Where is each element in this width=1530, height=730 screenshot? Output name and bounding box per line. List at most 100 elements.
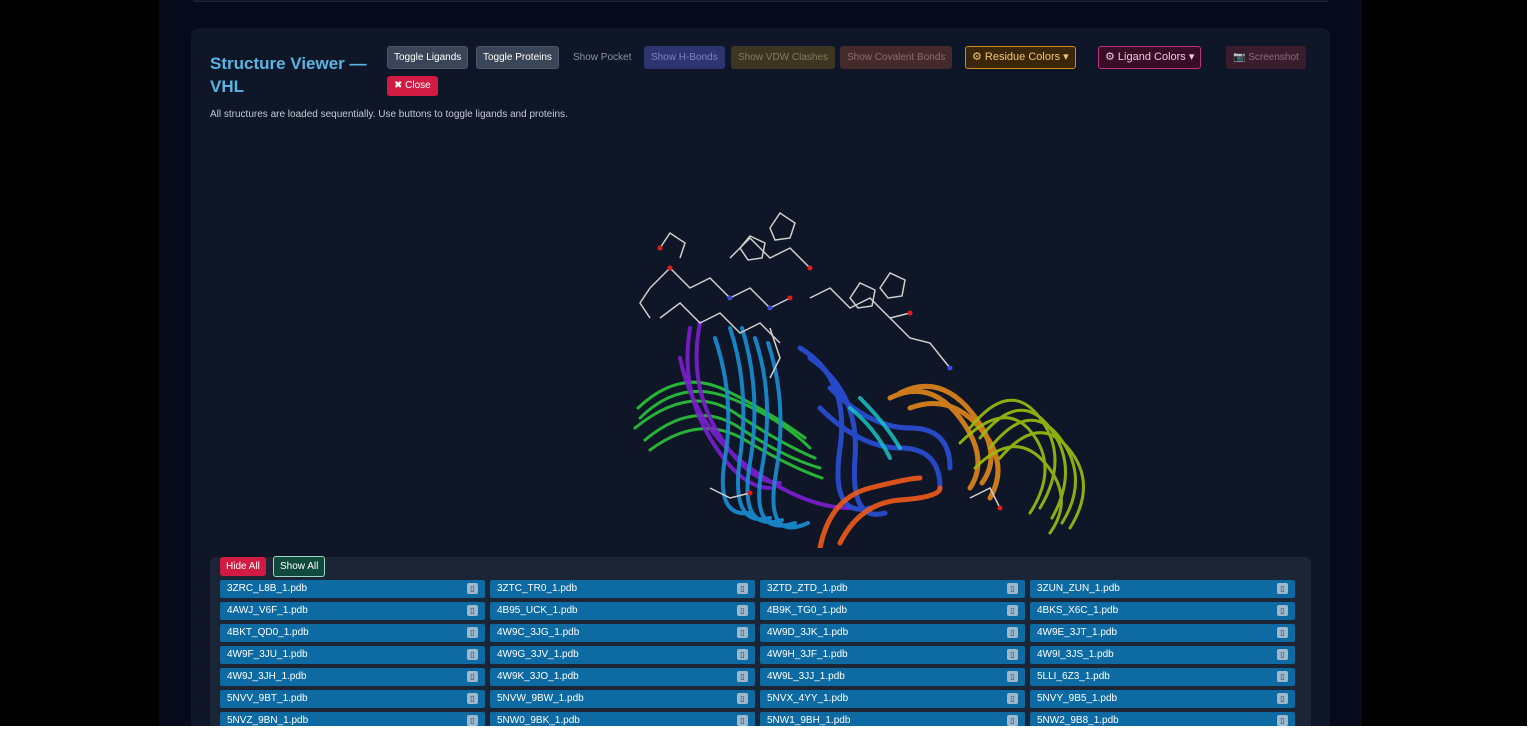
structure-file-item[interactable]: 5NW1_9BH_1.pdb ▯ bbox=[760, 712, 1025, 726]
structure-file-label: 4W9C_3JG_1.pdb bbox=[497, 627, 580, 638]
toggle-visibility-icon[interactable]: ▯ bbox=[737, 627, 748, 638]
viewer-title: Structure Viewer — VHL bbox=[210, 54, 367, 96]
show-hbonds-button[interactable]: Show H-Bonds bbox=[644, 46, 725, 69]
structure-file-item[interactable]: 5NVX_4YY_1.pdb ▯ bbox=[760, 690, 1025, 708]
toggle-visibility-icon[interactable]: ▯ bbox=[1007, 583, 1018, 594]
toggle-visibility-icon[interactable]: ▯ bbox=[1277, 583, 1288, 594]
structure-file-item[interactable]: 4B9K_TG0_1.pdb ▯ bbox=[760, 602, 1025, 620]
structure-file-label: 5NVY_9B5_1.pdb bbox=[1037, 693, 1118, 704]
structure-file-label: 4W9L_3JJ_1.pdb bbox=[767, 671, 845, 682]
toggle-visibility-icon[interactable]: ▯ bbox=[1277, 693, 1288, 704]
structure-file-item[interactable]: 4W9E_3JT_1.pdb ▯ bbox=[1030, 624, 1295, 642]
structure-file-label: 5LLI_6Z3_1.pdb bbox=[1037, 671, 1110, 682]
structure-file-item[interactable]: 5NW2_9B8_1.pdb ▯ bbox=[1030, 712, 1295, 726]
structure-file-label: 5NVW_9BW_1.pdb bbox=[497, 693, 584, 704]
toggle-visibility-icon[interactable]: ▯ bbox=[467, 693, 478, 704]
structure-file-label: 4W9F_3JU_1.pdb bbox=[227, 649, 308, 660]
toggle-visibility-icon[interactable]: ▯ bbox=[1277, 715, 1288, 726]
structure-file-label: 4W9H_3JF_1.pdb bbox=[767, 649, 848, 660]
structure-file-label: 5NW0_9BK_1.pdb bbox=[497, 715, 580, 726]
show-pocket-button[interactable]: Show Pocket bbox=[566, 46, 638, 69]
ligand-colors-dropdown[interactable]: ⚙ Ligand Colors ▾ bbox=[1098, 46, 1202, 69]
structure-file-item[interactable]: 4W9L_3JJ_1.pdb ▯ bbox=[760, 668, 1025, 686]
close-button[interactable]: ✖ Close bbox=[387, 76, 438, 96]
toggle-visibility-icon[interactable]: ▯ bbox=[1007, 671, 1018, 682]
toggle-visibility-icon[interactable]: ▯ bbox=[1007, 693, 1018, 704]
structure-file-item[interactable]: 5LLI_6Z3_1.pdb ▯ bbox=[1030, 668, 1295, 686]
structure-file-item[interactable]: 4W9F_3JU_1.pdb ▯ bbox=[220, 646, 485, 664]
structure-file-label: 3ZTD_ZTD_1.pdb bbox=[767, 583, 848, 594]
structure-file-label: 4W9I_3JS_1.pdb bbox=[1037, 649, 1114, 660]
structure-file-item[interactable]: 5NVW_9BW_1.pdb ▯ bbox=[490, 690, 755, 708]
structure-file-label: 4BKT_QD0_1.pdb bbox=[227, 627, 309, 638]
structure-file-item[interactable]: 5NVZ_9BN_1.pdb ▯ bbox=[220, 712, 485, 726]
structure-file-label: 4W9D_3JK_1.pdb bbox=[767, 627, 849, 638]
residue-colors-dropdown[interactable]: ⚙ Residue Colors ▾ bbox=[965, 46, 1076, 69]
structure-file-label: 4B9K_TG0_1.pdb bbox=[767, 605, 848, 616]
structure-file-item[interactable]: 5NVV_9BT_1.pdb ▯ bbox=[220, 690, 485, 708]
toggle-visibility-icon[interactable]: ▯ bbox=[467, 649, 478, 660]
structure-file-item[interactable]: 4W9J_3JH_1.pdb ▯ bbox=[220, 668, 485, 686]
toggle-visibility-icon[interactable]: ▯ bbox=[467, 671, 478, 682]
toggle-visibility-icon[interactable]: ▯ bbox=[467, 715, 478, 726]
structure-file-label: 4W9K_3JO_1.pdb bbox=[497, 671, 579, 682]
structure-list-panel: Hide All Show All 3ZRC_L8B_1.pdb ▯ 3ZTC_TR… bbox=[210, 556, 1311, 726]
structure-viewer-panel: Structure Viewer — VHL Toggle Ligands To… bbox=[191, 28, 1330, 726]
toggle-visibility-icon[interactable]: ▯ bbox=[737, 649, 748, 660]
viewer-subtitle: All structures are loaded sequentially. … bbox=[210, 109, 568, 120]
structure-file-item[interactable]: 3ZTC_TR0_1.pdb ▯ bbox=[490, 580, 755, 598]
screenshot-button[interactable]: 📷 Screenshot bbox=[1226, 46, 1306, 69]
show-vdw-clashes-button[interactable]: Show VDW Clashes bbox=[731, 46, 836, 69]
toggle-proteins-button[interactable]: Toggle Proteins bbox=[476, 46, 559, 69]
toggle-ligands-button[interactable]: Toggle Ligands bbox=[387, 46, 469, 69]
show-covalent-bonds-button[interactable]: Show Covalent Bonds bbox=[840, 46, 953, 69]
structure-file-item[interactable]: 4W9D_3JK_1.pdb ▯ bbox=[760, 624, 1025, 642]
structure-file-item[interactable]: 4BKS_X6C_1.pdb ▯ bbox=[1030, 602, 1295, 620]
toggle-visibility-icon[interactable]: ▯ bbox=[737, 693, 748, 704]
page-content: Structure Viewer — VHL Toggle Ligands To… bbox=[159, 0, 1362, 726]
toggle-visibility-icon[interactable]: ▯ bbox=[467, 627, 478, 638]
toggle-visibility-icon[interactable]: ▯ bbox=[1007, 649, 1018, 660]
toggle-visibility-icon[interactable]: ▯ bbox=[1007, 605, 1018, 616]
structure-file-label: 4W9G_3JV_1.pdb bbox=[497, 649, 579, 660]
previous-card-edge bbox=[192, 0, 1330, 2]
structure-file-label: 4W9E_3JT_1.pdb bbox=[1037, 627, 1118, 638]
structure-file-item[interactable]: 4AWJ_V6F_1.pdb ▯ bbox=[220, 602, 485, 620]
structure-file-item[interactable]: 4W9H_3JF_1.pdb ▯ bbox=[760, 646, 1025, 664]
structure-file-label: 5NVZ_9BN_1.pdb bbox=[227, 715, 309, 726]
toggle-visibility-icon[interactable]: ▯ bbox=[1277, 649, 1288, 660]
structure-file-label: 3ZTC_TR0_1.pdb bbox=[497, 583, 578, 594]
toggle-visibility-icon[interactable]: ▯ bbox=[1277, 671, 1288, 682]
protein-ligand-render bbox=[633, 211, 1085, 551]
structure-file-item[interactable]: 4W9G_3JV_1.pdb ▯ bbox=[490, 646, 755, 664]
structure-file-item[interactable]: 4B95_UCK_1.pdb ▯ bbox=[490, 602, 755, 620]
toggle-visibility-icon[interactable]: ▯ bbox=[737, 605, 748, 616]
structure-file-item[interactable]: 5NW0_9BK_1.pdb ▯ bbox=[490, 712, 755, 726]
structure-file-item[interactable]: 4BKT_QD0_1.pdb ▯ bbox=[220, 624, 485, 642]
structure-file-item[interactable]: 3ZTD_ZTD_1.pdb ▯ bbox=[760, 580, 1025, 598]
toggle-visibility-icon[interactable]: ▯ bbox=[737, 715, 748, 726]
structure-file-label: 5NVX_4YY_1.pdb bbox=[767, 693, 849, 704]
structure-file-label: 5NVV_9BT_1.pdb bbox=[227, 693, 308, 704]
toggle-visibility-icon[interactable]: ▯ bbox=[467, 605, 478, 616]
show-all-button[interactable]: Show All bbox=[273, 556, 326, 577]
structure-file-item[interactable]: 3ZRC_L8B_1.pdb ▯ bbox=[220, 580, 485, 598]
hide-all-button[interactable]: Hide All bbox=[220, 557, 266, 576]
structure-file-item[interactable]: 4W9K_3JO_1.pdb ▯ bbox=[490, 668, 755, 686]
toggle-visibility-icon[interactable]: ▯ bbox=[467, 583, 478, 594]
structure-file-grid: 3ZRC_L8B_1.pdb ▯ 3ZTC_TR0_1.pdb ▯ 3ZTD_ZTD_1… bbox=[220, 580, 1296, 726]
structure-file-item[interactable]: 5NVY_9B5_1.pdb ▯ bbox=[1030, 690, 1295, 708]
toggle-visibility-icon[interactable]: ▯ bbox=[1007, 715, 1018, 726]
structure-file-item[interactable]: 4W9C_3JG_1.pdb ▯ bbox=[490, 624, 755, 642]
structure-file-item[interactable]: 3ZUN_ZUN_1.pdb ▯ bbox=[1030, 580, 1295, 598]
structure-file-label: 3ZUN_ZUN_1.pdb bbox=[1037, 583, 1120, 594]
toggle-visibility-icon[interactable]: ▯ bbox=[1277, 627, 1288, 638]
toggle-visibility-icon[interactable]: ▯ bbox=[1277, 605, 1288, 616]
toggle-visibility-icon[interactable]: ▯ bbox=[737, 671, 748, 682]
structure-file-label: 4BKS_X6C_1.pdb bbox=[1037, 605, 1119, 616]
structure-file-item[interactable]: 4W9I_3JS_1.pdb ▯ bbox=[1030, 646, 1295, 664]
toggle-visibility-icon[interactable]: ▯ bbox=[737, 583, 748, 594]
toggle-visibility-icon[interactable]: ▯ bbox=[1007, 627, 1018, 638]
molecule-viewer-canvas[interactable] bbox=[210, 128, 1310, 551]
structure-file-label: 5NW2_9B8_1.pdb bbox=[1037, 715, 1119, 726]
